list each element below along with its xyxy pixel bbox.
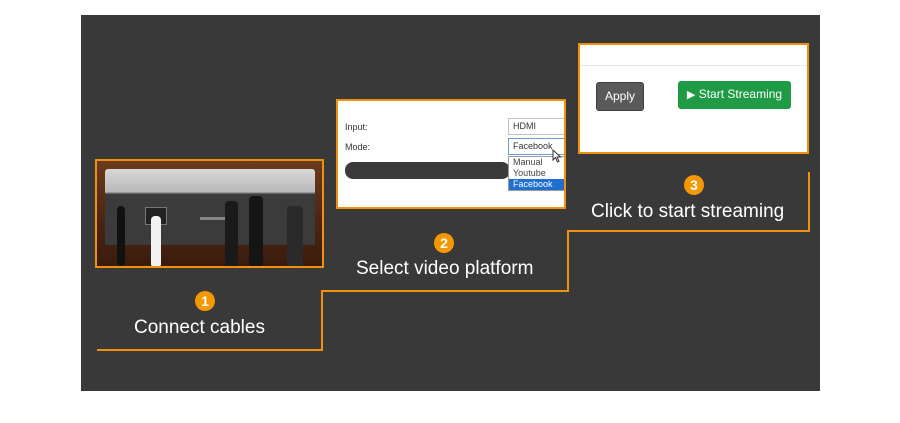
- mode-option-youtube[interactable]: Youtube: [509, 168, 564, 179]
- step-1-caption: Connect cables: [134, 317, 265, 338]
- mode-option-facebook[interactable]: Facebook: [509, 179, 564, 190]
- stream-buttons-frame: Apply ▶ Start Streaming: [578, 43, 809, 154]
- input-label: Input:: [345, 122, 368, 132]
- hdmi-cable-1: [225, 201, 238, 266]
- step-3-underline: [567, 230, 810, 232]
- step-3-caption: Click to start streaming: [591, 201, 785, 222]
- step-1-number: 1: [195, 291, 215, 311]
- mode-label: Mode:: [345, 142, 371, 152]
- play-icon: ▶: [686, 89, 696, 101]
- device-photo: [97, 161, 322, 266]
- apply-button[interactable]: Apply: [596, 82, 644, 111]
- step-2-number: 2: [434, 233, 454, 253]
- ethernet-cable: [151, 216, 161, 266]
- step-3-connector: [808, 172, 810, 232]
- step-1-connector: [321, 290, 323, 351]
- divider: [580, 65, 807, 66]
- power-cable: [117, 206, 125, 266]
- streaming-device: [105, 169, 315, 245]
- step-2-connector: [567, 230, 569, 292]
- coax-cable: [287, 206, 303, 266]
- input-select[interactable]: HDMI: [508, 118, 564, 135]
- step-2-underline: [321, 290, 569, 292]
- progress-bar: [345, 162, 510, 179]
- step-1-underline: [97, 349, 323, 351]
- cursor-icon: [552, 149, 562, 163]
- start-streaming-label: Start Streaming: [698, 87, 783, 101]
- device-photo-frame: [95, 159, 324, 268]
- hdmi-cable-2: [249, 196, 263, 266]
- platform-form-frame: Input: HDMI Mode: Facebook Manual Youtub…: [336, 99, 566, 209]
- step-2-caption: Select video platform: [356, 258, 534, 279]
- step-3-number: 3: [684, 175, 704, 195]
- start-streaming-button[interactable]: ▶ Start Streaming: [678, 81, 791, 109]
